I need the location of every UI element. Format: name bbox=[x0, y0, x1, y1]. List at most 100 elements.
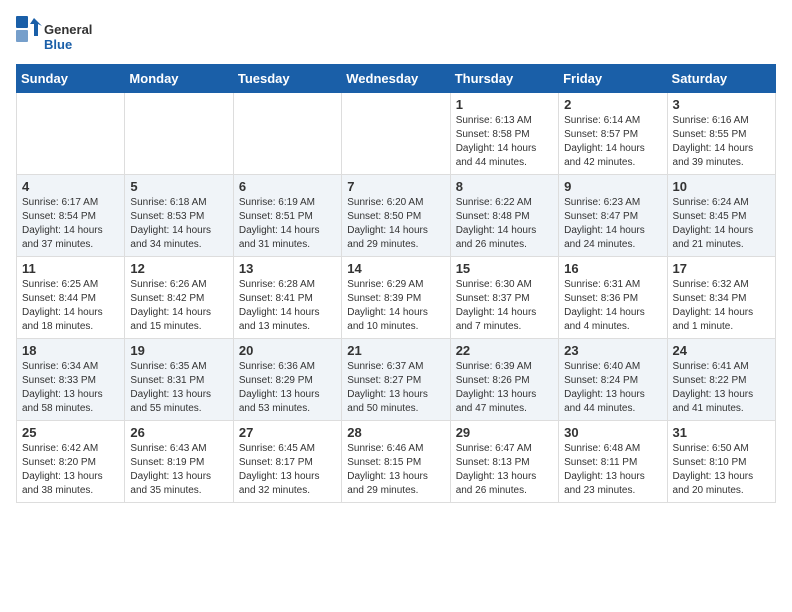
weekday-header-wednesday: Wednesday bbox=[342, 65, 450, 93]
svg-text:Blue: Blue bbox=[44, 37, 72, 52]
calendar-cell: 18 Sunrise: 6:34 AM Sunset: 8:33 PM Dayli… bbox=[17, 339, 125, 421]
day-number: 31 bbox=[673, 425, 770, 440]
day-number: 8 bbox=[456, 179, 553, 194]
day-number: 19 bbox=[130, 343, 227, 358]
header: General Blue bbox=[16, 16, 776, 56]
day-number: 11 bbox=[22, 261, 119, 276]
weekday-header-friday: Friday bbox=[559, 65, 667, 93]
calendar-cell: 21Sunrise: 6:37 AM Sunset: 8:27 PM Dayli… bbox=[342, 339, 450, 421]
day-info: Sunrise: 6:50 AM Sunset: 8:10 PM Dayligh… bbox=[673, 442, 770, 498]
day-info: Sunrise: 6:30 AM Sunset: 8:37 PM Dayligh… bbox=[456, 278, 553, 334]
day-number: 25 bbox=[22, 425, 119, 440]
weekday-header-sunday: Sunday bbox=[17, 65, 125, 93]
day-info: Sunrise: 6:40 AM Sunset: 8:24 PM Dayligh… bbox=[564, 360, 661, 416]
day-info: Sunrise: 6:34 AM Sunset: 8:33 PM Dayligh… bbox=[22, 360, 119, 416]
calendar-cell: 20 Sunrise: 6:36 AM Sunset: 8:29 PM Dayli… bbox=[233, 339, 341, 421]
logo-svg: General Blue bbox=[16, 16, 96, 56]
day-info: Sunrise: 6:35 AM Sunset: 8:31 PM Dayligh… bbox=[130, 360, 227, 416]
calendar-cell bbox=[17, 93, 125, 175]
day-info: Sunrise: 6:47 AM Sunset: 8:13 PM Dayligh… bbox=[456, 442, 553, 498]
calendar-cell: 11 Sunrise: 6:25 AM Sunset: 8:44 PM Dayli… bbox=[17, 257, 125, 339]
day-info: Sunrise: 6:18 AM Sunset: 8:53 PM Dayligh… bbox=[130, 196, 227, 252]
day-info: Sunrise: 6:32 AM Sunset: 8:34 PM Dayligh… bbox=[673, 278, 770, 334]
calendar-cell: 12Sunrise: 6:26 AM Sunset: 8:42 PM Dayli… bbox=[125, 257, 233, 339]
calendar-cell: 24Sunrise: 6:41 AM Sunset: 8:22 PM Dayli… bbox=[667, 339, 775, 421]
day-number: 23 bbox=[564, 343, 661, 358]
day-info: Sunrise: 6:26 AM Sunset: 8:42 PM Dayligh… bbox=[130, 278, 227, 334]
day-number: 29 bbox=[456, 425, 553, 440]
day-info: Sunrise: 6:16 AM Sunset: 8:55 PM Dayligh… bbox=[673, 114, 770, 170]
calendar-cell: 3 Sunrise: 6:16 AM Sunset: 8:55 PM Daylig… bbox=[667, 93, 775, 175]
day-number: 18 bbox=[22, 343, 119, 358]
day-number: 5 bbox=[130, 179, 227, 194]
calendar-cell: 9 Sunrise: 6:23 AM Sunset: 8:47 PM Daylig… bbox=[559, 175, 667, 257]
calendar-cell: 4 Sunrise: 6:17 AM Sunset: 8:54 PM Daylig… bbox=[17, 175, 125, 257]
day-number: 22 bbox=[456, 343, 553, 358]
day-info: Sunrise: 6:36 AM Sunset: 8:29 PM Dayligh… bbox=[239, 360, 336, 416]
calendar-cell: 26 Sunrise: 6:43 AM Sunset: 8:19 PM Dayli… bbox=[125, 421, 233, 503]
day-info: Sunrise: 6:24 AM Sunset: 8:45 PM Dayligh… bbox=[673, 196, 770, 252]
calendar-cell: 14 Sunrise: 6:29 AM Sunset: 8:39 PM Dayli… bbox=[342, 257, 450, 339]
calendar-cell: 10 Sunrise: 6:24 AM Sunset: 8:45 PM Dayli… bbox=[667, 175, 775, 257]
calendar-cell: 16 Sunrise: 6:31 AM Sunset: 8:36 PM Dayli… bbox=[559, 257, 667, 339]
day-info: Sunrise: 6:23 AM Sunset: 8:47 PM Dayligh… bbox=[564, 196, 661, 252]
day-info: Sunrise: 6:25 AM Sunset: 8:44 PM Dayligh… bbox=[22, 278, 119, 334]
day-number: 2 bbox=[564, 97, 661, 112]
calendar-cell: 7 Sunrise: 6:20 AM Sunset: 8:50 PM Daylig… bbox=[342, 175, 450, 257]
day-info: Sunrise: 6:45 AM Sunset: 8:17 PM Dayligh… bbox=[239, 442, 336, 498]
day-number: 14 bbox=[347, 261, 444, 276]
calendar-cell: 17 Sunrise: 6:32 AM Sunset: 8:34 PM Dayli… bbox=[667, 257, 775, 339]
day-info: Sunrise: 6:43 AM Sunset: 8:19 PM Dayligh… bbox=[130, 442, 227, 498]
day-number: 4 bbox=[22, 179, 119, 194]
day-info: Sunrise: 6:29 AM Sunset: 8:39 PM Dayligh… bbox=[347, 278, 444, 334]
calendar-cell: 13 Sunrise: 6:28 AM Sunset: 8:41 PM Dayli… bbox=[233, 257, 341, 339]
day-number: 16 bbox=[564, 261, 661, 276]
calendar-cell: 25 Sunrise: 6:42 AM Sunset: 8:20 PM Dayli… bbox=[17, 421, 125, 503]
day-number: 20 bbox=[239, 343, 336, 358]
day-info: Sunrise: 6:20 AM Sunset: 8:50 PM Dayligh… bbox=[347, 196, 444, 252]
logo: General Blue bbox=[16, 16, 96, 56]
calendar-week-3: 11 Sunrise: 6:25 AM Sunset: 8:44 PM Dayli… bbox=[17, 257, 776, 339]
day-info: Sunrise: 6:31 AM Sunset: 8:36 PM Dayligh… bbox=[564, 278, 661, 334]
day-number: 15 bbox=[456, 261, 553, 276]
calendar-cell bbox=[125, 93, 233, 175]
calendar-cell: 8 Sunrise: 6:22 AM Sunset: 8:48 PM Daylig… bbox=[450, 175, 558, 257]
calendar-cell: 29 Sunrise: 6:47 AM Sunset: 8:13 PM Dayli… bbox=[450, 421, 558, 503]
calendar-cell: 19 Sunrise: 6:35 AM Sunset: 8:31 PM Dayli… bbox=[125, 339, 233, 421]
calendar-cell bbox=[342, 93, 450, 175]
calendar-cell: 30Sunrise: 6:48 AM Sunset: 8:11 PM Dayli… bbox=[559, 421, 667, 503]
day-info: Sunrise: 6:28 AM Sunset: 8:41 PM Dayligh… bbox=[239, 278, 336, 334]
calendar-cell: 28 Sunrise: 6:46 AM Sunset: 8:15 PM Dayli… bbox=[342, 421, 450, 503]
calendar-table: SundayMondayTuesdayWednesdayThursdayFrid… bbox=[16, 64, 776, 503]
day-info: Sunrise: 6:22 AM Sunset: 8:48 PM Dayligh… bbox=[456, 196, 553, 252]
day-number: 10 bbox=[673, 179, 770, 194]
svg-text:General: General bbox=[44, 22, 92, 37]
day-info: Sunrise: 6:37 AM Sunset: 8:27 PM Dayligh… bbox=[347, 360, 444, 416]
day-info: Sunrise: 6:14 AM Sunset: 8:57 PM Dayligh… bbox=[564, 114, 661, 170]
day-number: 9 bbox=[564, 179, 661, 194]
day-number: 3 bbox=[673, 97, 770, 112]
day-info: Sunrise: 6:46 AM Sunset: 8:15 PM Dayligh… bbox=[347, 442, 444, 498]
day-number: 13 bbox=[239, 261, 336, 276]
day-info: Sunrise: 6:19 AM Sunset: 8:51 PM Dayligh… bbox=[239, 196, 336, 252]
calendar-cell: 27Sunrise: 6:45 AM Sunset: 8:17 PM Dayli… bbox=[233, 421, 341, 503]
calendar-week-5: 25 Sunrise: 6:42 AM Sunset: 8:20 PM Dayli… bbox=[17, 421, 776, 503]
calendar-cell: 23 Sunrise: 6:40 AM Sunset: 8:24 PM Dayli… bbox=[559, 339, 667, 421]
weekday-header-tuesday: Tuesday bbox=[233, 65, 341, 93]
day-info: Sunrise: 6:17 AM Sunset: 8:54 PM Dayligh… bbox=[22, 196, 119, 252]
day-info: Sunrise: 6:39 AM Sunset: 8:26 PM Dayligh… bbox=[456, 360, 553, 416]
calendar-week-2: 4 Sunrise: 6:17 AM Sunset: 8:54 PM Daylig… bbox=[17, 175, 776, 257]
day-number: 7 bbox=[347, 179, 444, 194]
calendar-cell: 5 Sunrise: 6:18 AM Sunset: 8:53 PM Daylig… bbox=[125, 175, 233, 257]
day-number: 30 bbox=[564, 425, 661, 440]
day-number: 17 bbox=[673, 261, 770, 276]
calendar-cell bbox=[233, 93, 341, 175]
day-number: 24 bbox=[673, 343, 770, 358]
calendar-cell: 2 Sunrise: 6:14 AM Sunset: 8:57 PM Daylig… bbox=[559, 93, 667, 175]
day-number: 26 bbox=[130, 425, 227, 440]
calendar-cell: 15 Sunrise: 6:30 AM Sunset: 8:37 PM Dayli… bbox=[450, 257, 558, 339]
day-number: 28 bbox=[347, 425, 444, 440]
weekday-header-saturday: Saturday bbox=[667, 65, 775, 93]
day-info: Sunrise: 6:42 AM Sunset: 8:20 PM Dayligh… bbox=[22, 442, 119, 498]
weekday-header-monday: Monday bbox=[125, 65, 233, 93]
